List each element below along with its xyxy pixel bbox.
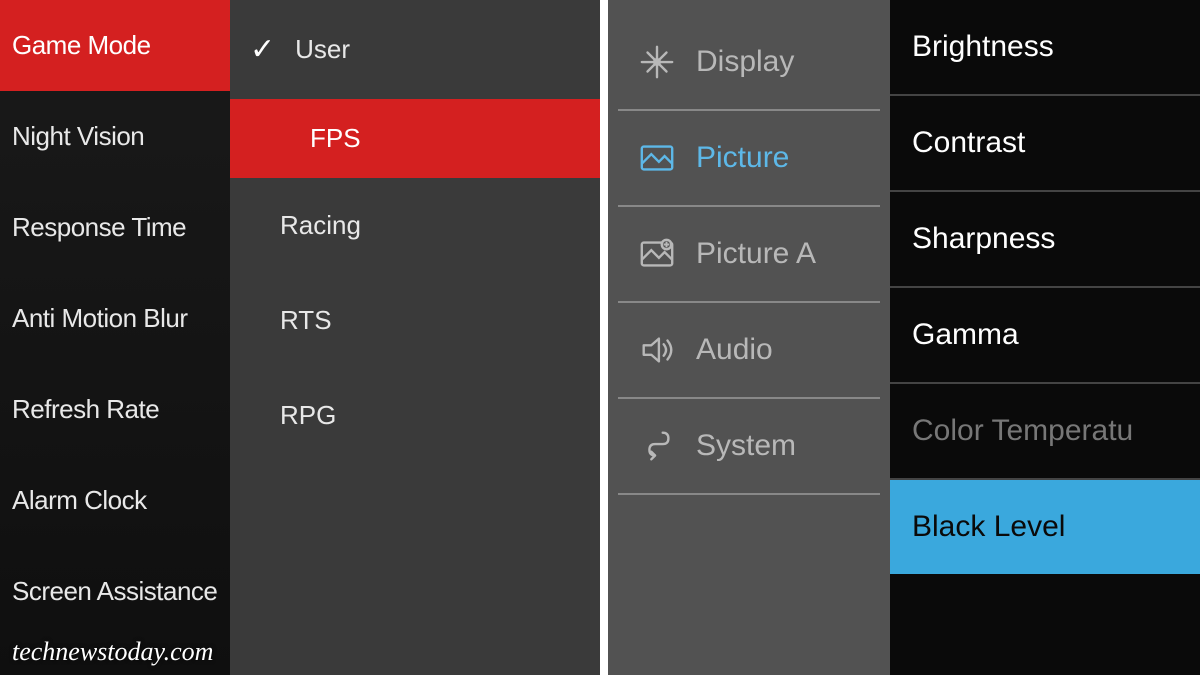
category-system[interactable]: System (618, 399, 880, 495)
settings-sidebar: Game Mode Night Vision Response Time Ant… (0, 0, 230, 675)
option-fps[interactable]: FPS (230, 99, 600, 178)
panel-divider (600, 0, 608, 675)
game-mode-options: User FPS Racing RTS RPG (230, 0, 600, 675)
category-picture-advanced[interactable]: Picture A (618, 207, 880, 303)
category-picture[interactable]: Picture (618, 111, 880, 207)
option-user[interactable]: User (230, 0, 600, 99)
sidebar-item-night-vision[interactable]: Night Vision (0, 91, 230, 182)
category-display[interactable]: Display (618, 15, 880, 111)
option-rts[interactable]: RTS (230, 273, 600, 368)
category-label: System (696, 429, 796, 463)
picture-adv-icon (636, 235, 678, 273)
watermark-text: technewstoday.com (12, 637, 213, 667)
audio-icon (636, 331, 678, 369)
display-icon (636, 43, 678, 81)
gaming-osd-panel: Game Mode Night Vision Response Time Ant… (0, 0, 600, 675)
sidebar-item-refresh-rate[interactable]: Refresh Rate (0, 364, 230, 455)
category-label: Display (696, 45, 794, 79)
submenu-color-temperature[interactable]: Color Temperatu (890, 384, 1200, 480)
sidebar-item-screen-assistance[interactable]: Screen Assistance (0, 546, 230, 637)
submenu-brightness[interactable]: Brightness (890, 0, 1200, 96)
submenu-contrast[interactable]: Contrast (890, 96, 1200, 192)
submenu-black-level[interactable]: Black Level (890, 480, 1200, 574)
category-label: Picture (696, 141, 789, 175)
sidebar-item-alarm-clock[interactable]: Alarm Clock (0, 455, 230, 546)
option-rpg[interactable]: RPG (230, 368, 600, 463)
sidebar-item-game-mode[interactable]: Game Mode (0, 0, 230, 91)
picture-icon (636, 139, 678, 177)
sidebar-item-anti-motion-blur[interactable]: Anti Motion Blur (0, 273, 230, 364)
submenu-sharpness[interactable]: Sharpness (890, 192, 1200, 288)
option-racing[interactable]: Racing (230, 178, 600, 273)
category-sidebar: Display Picture Picture A Audio (608, 0, 890, 675)
category-audio[interactable]: Audio (618, 303, 880, 399)
sidebar-item-response-time[interactable]: Response Time (0, 182, 230, 273)
category-label: Audio (696, 333, 773, 367)
picture-submenu: Brightness Contrast Sharpness Gamma Colo… (890, 0, 1200, 675)
submenu-gamma[interactable]: Gamma (890, 288, 1200, 384)
display-osd-panel: Display Picture Picture A Audio (608, 0, 1200, 675)
category-label: Picture A (696, 237, 816, 271)
system-icon (636, 427, 678, 465)
